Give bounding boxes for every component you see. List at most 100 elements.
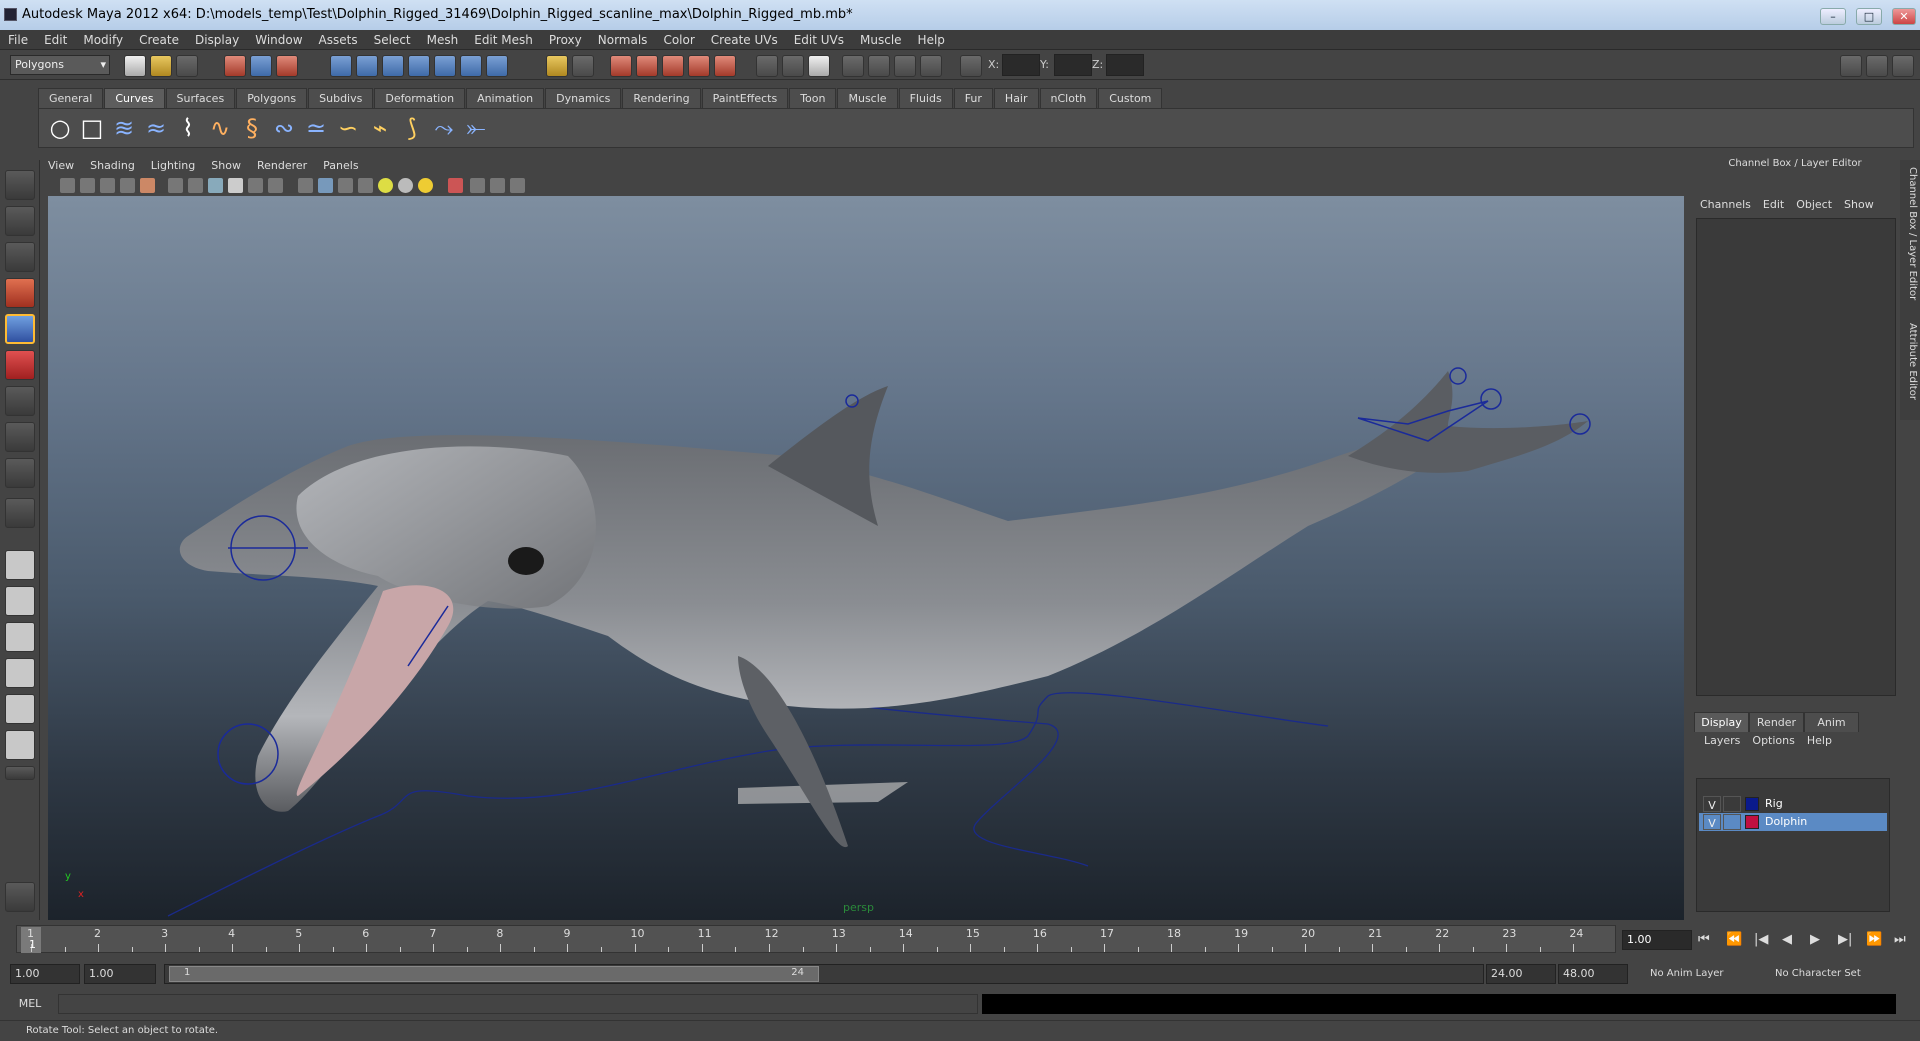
- range-thumb[interactable]: 1 24: [169, 966, 819, 982]
- play-forwards-icon[interactable]: ▶: [1810, 932, 1820, 947]
- channel-box-toggle-icon[interactable]: [1892, 55, 1914, 77]
- menu-edit-uvs[interactable]: Edit UVs: [786, 30, 852, 50]
- tab-dynamics[interactable]: Dynamics: [545, 88, 622, 108]
- panel-menu-panels[interactable]: Panels: [315, 156, 366, 176]
- hypershade-icon[interactable]: [688, 55, 710, 77]
- scale-tool-icon[interactable]: [5, 350, 35, 380]
- safe-action-icon[interactable]: [490, 178, 505, 193]
- menu-display[interactable]: Display: [187, 30, 247, 50]
- y-field[interactable]: [1054, 54, 1092, 76]
- snap-grid-icon[interactable]: [330, 55, 352, 77]
- tab-custom[interactable]: Custom: [1098, 88, 1163, 108]
- wrench-icon[interactable]: [5, 882, 35, 912]
- layer-playback-toggle[interactable]: [1723, 796, 1741, 812]
- camera-select-icon[interactable]: [60, 178, 75, 193]
- tab-attribute-editor[interactable]: Attribute Editor: [1902, 316, 1918, 406]
- arc-curve-icon[interactable]: ∿: [205, 113, 235, 143]
- lock-icon[interactable]: [546, 55, 568, 77]
- attribute-editor-toggle-icon[interactable]: [1840, 55, 1862, 77]
- menu-help[interactable]: Help: [910, 30, 953, 50]
- menu-proxy[interactable]: Proxy: [541, 30, 590, 50]
- panel-menu-shading[interactable]: Shading: [82, 156, 143, 176]
- layer-tab-display[interactable]: Display: [1694, 712, 1749, 732]
- channel-menu-object[interactable]: Object: [1790, 198, 1838, 211]
- panel-layout-3-icon[interactable]: [894, 55, 916, 77]
- tab-fur[interactable]: Fur: [953, 88, 993, 108]
- detach-curve-icon[interactable]: ≃: [301, 113, 331, 143]
- minimize-button[interactable]: –: [1820, 8, 1846, 25]
- render-view-icon[interactable]: [714, 55, 736, 77]
- tab-hair[interactable]: Hair: [993, 88, 1039, 108]
- gate-mask-icon[interactable]: [510, 178, 525, 193]
- pencil-curve-icon[interactable]: ⌇: [173, 113, 203, 143]
- select-hierarchy-icon[interactable]: [224, 55, 246, 77]
- tail-fluke[interactable]: [1348, 371, 1588, 473]
- rotate-tool-icon[interactable]: [5, 314, 35, 344]
- layer-menu-options[interactable]: Options: [1746, 734, 1800, 747]
- snap-live-icon[interactable]: [434, 55, 456, 77]
- menu-window[interactable]: Window: [247, 30, 310, 50]
- ipr-render-icon[interactable]: [636, 55, 658, 77]
- paint-select-icon[interactable]: [5, 242, 35, 272]
- step-back-icon[interactable]: ⏪: [1726, 932, 1742, 947]
- menu-edit[interactable]: Edit: [36, 30, 75, 50]
- help-query-icon[interactable]: [486, 55, 508, 77]
- layer-color-swatch[interactable]: [1745, 815, 1759, 829]
- playback-end-field[interactable]: 24.00: [1486, 964, 1556, 984]
- new-scene-icon[interactable]: [124, 55, 146, 77]
- go-to-start-icon[interactable]: ⏮: [1698, 932, 1710, 947]
- play-backwards-icon[interactable]: ◀: [1782, 932, 1792, 947]
- layer-tab-anim[interactable]: Anim: [1804, 712, 1859, 732]
- tab-animation[interactable]: Animation: [466, 88, 545, 108]
- menu-set-selector[interactable]: Polygons ▾: [10, 55, 110, 75]
- persp-outliner-layout-icon[interactable]: [5, 622, 35, 652]
- anim-layer-selector[interactable]: No Anim Layer: [1650, 968, 1724, 979]
- last-tool-icon[interactable]: [5, 498, 35, 528]
- time-slider-bar[interactable]: 1 2 3 4 5 6 7 8 9 10 11 12 13 14 15 16 17 18 19 20 21 22 23 24 1: [16, 925, 1616, 953]
- wireframe-on-shaded-icon[interactable]: [208, 178, 223, 193]
- bookmark-icon[interactable]: [100, 178, 115, 193]
- step-forward-key-icon[interactable]: ▶|: [1838, 932, 1852, 947]
- default-light-icon[interactable]: [418, 178, 433, 193]
- snap-plane-icon[interactable]: [408, 55, 430, 77]
- fillet-curve-icon[interactable]: ⌁: [365, 113, 395, 143]
- tab-ncloth[interactable]: nCloth: [1039, 88, 1098, 108]
- smooth-curve-icon[interactable]: ⤜: [461, 113, 491, 143]
- offset-curve-icon[interactable]: ∽: [333, 113, 363, 143]
- channel-menu-edit[interactable]: Edit: [1757, 198, 1790, 211]
- attach-curve-icon[interactable]: ∾: [269, 113, 299, 143]
- maximize-button[interactable]: □: [1856, 8, 1882, 25]
- ambient-occlusion-icon[interactable]: [338, 178, 353, 193]
- grid-toggle-icon[interactable]: [140, 178, 155, 193]
- layer-playback-toggle[interactable]: [1723, 814, 1741, 830]
- layer-tab-render[interactable]: Render: [1749, 712, 1804, 732]
- textured-icon[interactable]: [228, 178, 243, 193]
- tab-deformation[interactable]: Deformation: [374, 88, 466, 108]
- tab-rendering[interactable]: Rendering: [622, 88, 701, 108]
- outliner-icon[interactable]: [782, 55, 804, 77]
- tab-muscle[interactable]: Muscle: [837, 88, 898, 108]
- cv-square-icon[interactable]: □: [77, 113, 107, 143]
- mel-input[interactable]: [58, 994, 978, 1014]
- move-tool-icon[interactable]: [5, 278, 35, 308]
- menu-create[interactable]: Create: [131, 30, 187, 50]
- manipulator-tool-icon[interactable]: [5, 386, 35, 416]
- motion-blur-icon[interactable]: [358, 178, 373, 193]
- menu-assets[interactable]: Assets: [311, 30, 366, 50]
- menu-normals[interactable]: Normals: [590, 30, 656, 50]
- playback-start-field[interactable]: 1.00: [84, 964, 156, 984]
- channel-menu-channels[interactable]: Channels: [1694, 198, 1757, 211]
- lasso-tool-icon[interactable]: [5, 206, 35, 236]
- panel-menu-lighting[interactable]: Lighting: [143, 156, 203, 176]
- snap-point-icon[interactable]: [382, 55, 404, 77]
- lights-icon[interactable]: [378, 178, 393, 193]
- cv-curve-icon[interactable]: ≋: [109, 113, 139, 143]
- panel-layout-4-icon[interactable]: [920, 55, 942, 77]
- snap-curve-icon[interactable]: [356, 55, 378, 77]
- layer-visibility-toggle[interactable]: V: [1703, 796, 1721, 812]
- persp-graph-layout-icon[interactable]: [5, 658, 35, 688]
- step-back-key-icon[interactable]: |◀: [1754, 932, 1768, 947]
- open-scene-icon[interactable]: [150, 55, 172, 77]
- z-field[interactable]: [1106, 54, 1144, 76]
- menu-color[interactable]: Color: [655, 30, 702, 50]
